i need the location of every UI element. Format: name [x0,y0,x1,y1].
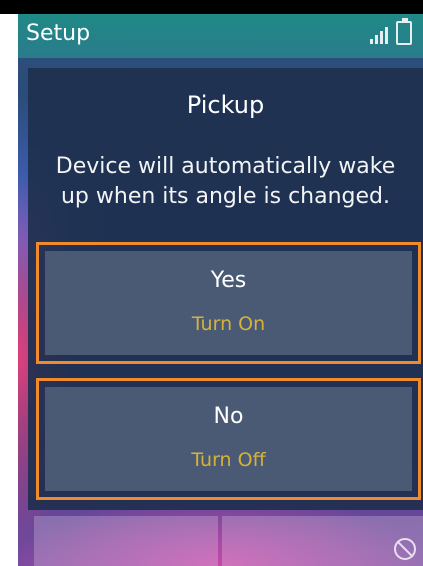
top-edge-bar [0,0,423,14]
dialog-title: Pickup [186,91,265,119]
right-softkey[interactable] [222,516,423,566]
no-option-label: No [213,404,244,429]
softkey-bar [18,516,423,566]
battery-icon [396,18,412,45]
dialog-message: Device will automatically wake up when i… [55,154,396,209]
screen-title: Setup [26,21,91,46]
yes-option-label: Yes [210,268,247,293]
no-entry-icon [394,538,416,560]
status-bar: Setup [18,14,423,58]
signal-icon [370,26,388,44]
left-softkey[interactable] [34,516,218,566]
phone-screen: Setup Pickup Device will automatically w… [18,14,423,566]
yes-option-sublabel: Turn On [191,313,266,335]
no-option-button[interactable]: No Turn Off [36,378,421,500]
yes-option-button[interactable]: Yes Turn On [36,242,421,364]
no-option-body: No Turn Off [45,387,412,491]
yes-option-body: Yes Turn On [45,251,412,355]
no-option-sublabel: Turn Off [191,449,266,471]
